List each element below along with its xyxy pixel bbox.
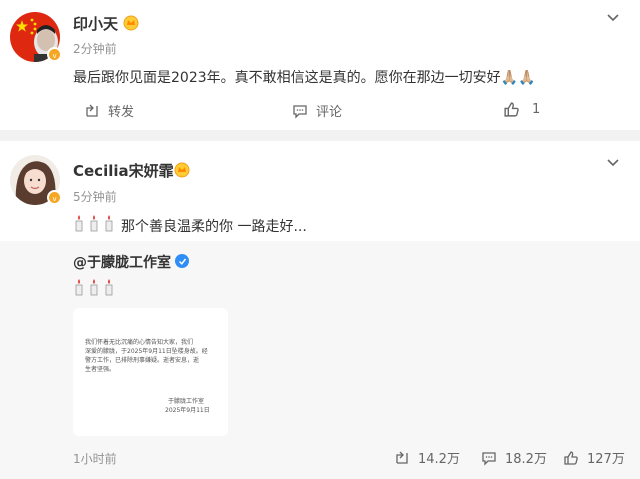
post-time: 2分钟前 [73,42,117,56]
post-username[interactable]: 印小天 [73,13,118,34]
repost-username[interactable]: @于朦胧工作室 [73,252,171,272]
notice-line: 我们怀着无比沉痛的心情告知大家，我们 [85,339,194,346]
candle-emojis [73,278,121,300]
notice-line: 生者坚强。 [85,366,116,373]
post-divider [0,130,640,141]
post-text: 最后跟你见面是2023年。真不敢相信这是真的。愿你在那边一切安好🙏🏼🙏🏼 [73,70,536,86]
share-stat[interactable]: 14.2万 [394,448,460,467]
post-time: 5分钟前 [73,190,117,204]
comment-icon [293,104,307,119]
notice-date: 2025年9月11日 [165,407,210,414]
candle-emojis [73,214,121,236]
svg-text:v: v [52,52,56,59]
like-count: 127万 [587,452,625,467]
notice-line: 深爱的朦胧，于2025年9月11日坠楼身故。经 [85,348,208,355]
verified-badge: v [47,47,62,62]
comment-label: 评论 [316,105,343,120]
repost-time: 1小时前 [73,452,117,466]
notice-image[interactable]: 我们怀着无比沉痛的心情告知大家，我们 深爱的朦胧，于2025年9月11日坠楼身故… [73,308,228,436]
chevron-down-icon[interactable] [606,153,620,172]
comment-icon [482,451,496,466]
chevron-down-icon[interactable] [606,8,620,27]
notice-signature: 于朦胧工作室 [168,398,205,405]
post-text: 那个善良温柔的你 一路走好... [121,219,307,235]
thumbs-up-icon [564,450,578,465]
like-stat[interactable]: 127万 [563,448,625,467]
comment-stat[interactable]: 18.2万 [481,448,547,467]
comment-count: 18.2万 [505,452,547,467]
verified-blue-icon [175,254,189,268]
share-icon [86,104,98,117]
thumbs-up-icon [504,102,519,117]
verified-badge: v [47,190,62,205]
like-button[interactable]: 1 [503,101,540,118]
share-icon [396,451,408,464]
post-username[interactable]: Cecilia宋妍霏 [73,160,174,181]
like-count: 1 [532,102,541,117]
crown-icon [123,15,139,36]
repost-label: 转发 [108,105,135,120]
crown-icon [174,162,190,183]
share-count: 14.2万 [418,452,460,467]
notice-line: 警方工作，已排除刑事嫌疑。逝者安息，逝 [85,357,200,364]
repost-button[interactable]: 转发 [84,101,134,120]
comment-button[interactable]: 评论 [292,101,342,120]
svg-text:v: v [52,195,56,202]
